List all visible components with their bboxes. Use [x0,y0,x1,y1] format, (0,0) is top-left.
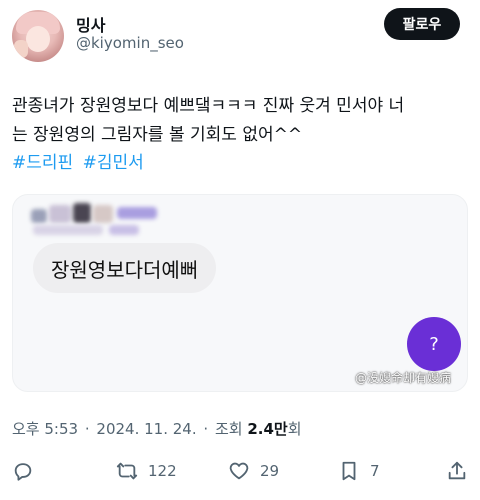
tweet-text: 관종녀가 장원영보다 예쁘댘ㅋㅋㅋ 진짜 웃겨 민서야 너 는 장원영의 그림자… [12,92,472,150]
blurred-profile-pic [31,209,47,223]
bookmark-icon [342,461,356,481]
blurred-profile-pic [73,203,91,223]
author-name[interactable]: 밍사 [76,12,105,36]
blurred-name [33,225,103,235]
blurred-profile-pic [49,205,71,223]
separator: · [84,420,90,438]
separator: · [203,420,209,438]
avatar-face [26,26,50,52]
avatar[interactable] [12,10,64,62]
like-count: 29 [260,462,280,480]
blurred-name [109,225,139,235]
views-suffix: 회 [287,420,302,438]
blurred-profile-pic [93,205,113,223]
retweet-icon [116,462,138,480]
media-image[interactable]: 장원영보다더예뻐 ? @没嫂命却有嫂病 [12,194,468,392]
chat-bubble: 장원영보다더예뻐 [33,243,217,293]
retweet-count: 122 [148,462,177,480]
share-button[interactable] [446,456,468,486]
bookmark-count: 7 [370,462,380,480]
share-icon [448,461,466,480]
like-button[interactable]: 29 [228,456,279,486]
author-handle[interactable]: @kiyomin_seo [76,34,184,52]
bookmark-button[interactable]: 7 [338,456,380,486]
question-button: ? [407,317,461,371]
tweet-meta: 오후 5:53 · 2024. 11. 24. · 조회 2.4만회 [12,418,302,439]
tweet-text-line-2: 는 장원영의 그림자를 볼 기회도 없어^^ [12,125,303,145]
watermark: @没嫂命却有嫂病 [355,371,452,385]
blurred-name [117,207,157,219]
views-count: 2.4만 [247,420,288,438]
hashtag-link[interactable]: #드리핀 [12,153,73,173]
views-label: 조회 [214,420,243,438]
hashtag-link[interactable]: #김민서 [83,153,144,173]
hashtags: #드리핀 #김민서 [12,150,148,176]
reply-button[interactable] [12,456,34,486]
retweet-button[interactable]: 122 [116,456,177,486]
avatar-hand [14,40,28,58]
tweet-time[interactable]: 오후 5:53 [12,420,78,438]
follow-button[interactable]: 팔로우 [384,8,460,40]
tweet-text-line-1: 관종녀가 장원영보다 예쁘댘ㅋㅋㅋ 진짜 웃겨 민서야 너 [12,96,405,116]
tweet-date[interactable]: 2024. 11. 24. [96,420,196,438]
heart-icon [229,462,249,480]
tweet-header: 밍사 @kiyomin_seo 팔로우 [0,0,480,64]
tweet-actions: 122 29 7 [0,456,480,486]
reply-icon [14,463,32,481]
